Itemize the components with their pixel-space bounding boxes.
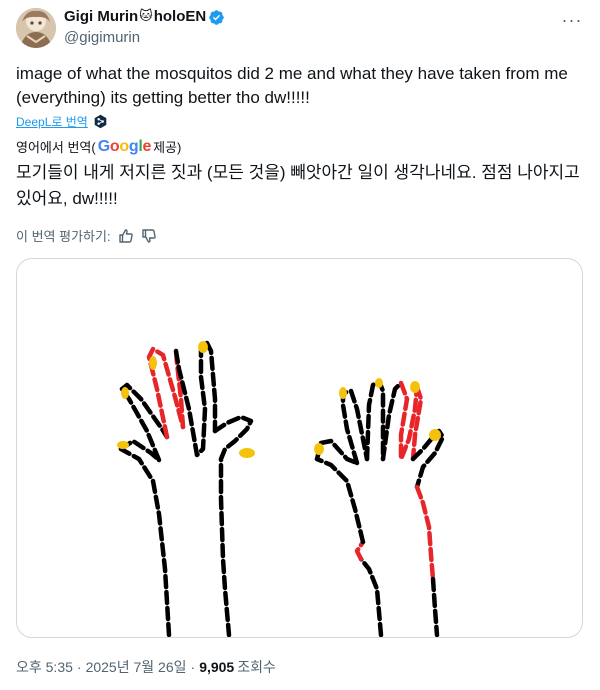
translated-from-prefix: 영어에서 번역(: [16, 140, 96, 155]
thumbs-up-icon[interactable]: [118, 228, 134, 244]
post-text: image of what the mosquitos did 2 me and…: [16, 64, 568, 107]
translated-text: 모기들이 내게 저지른 짓과 (모든 것을) 빼앗아간 일이 생각나네요. 점점…: [16, 163, 580, 208]
right-ring-finger: [380, 380, 404, 462]
post-meta: 오후 5:35 · 2025년 7월 26일 · 9,905 조회수: [16, 657, 276, 677]
rate-translation-label: 이 번역 평가하기:: [16, 229, 111, 244]
view-count-label: 조회수: [237, 659, 276, 675]
translated-from-suffix: 제공): [153, 140, 182, 155]
more-options-icon[interactable]: ···: [560, 8, 584, 32]
rate-translation: 이 번역 평가하기:: [16, 226, 157, 245]
view-count: 9,905: [199, 659, 235, 675]
hands-drawing: [117, 340, 446, 637]
translated-by-google: 영어에서 번역( Google 제공): [16, 137, 181, 156]
avatar[interactable]: [16, 8, 56, 48]
thumbs-down-icon[interactable]: [141, 228, 157, 244]
right-wrist-right-line: [430, 576, 440, 637]
post-image[interactable]: [16, 258, 583, 638]
right-middle-finger: [364, 378, 386, 462]
display-name-suffix: holoEN: [153, 8, 207, 25]
deepl-icon: [94, 114, 107, 129]
cat-emoji-icon: 🐱: [139, 9, 153, 24]
post-date[interactable]: 2025년 7월 26일: [86, 657, 187, 677]
right-wrist-left-line: [358, 556, 384, 637]
handle[interactable]: @gigimurin: [64, 28, 225, 48]
display-name[interactable]: Gigi Murin 🐱 holoEN: [64, 7, 225, 27]
verified-badge-icon[interactable]: [208, 9, 225, 26]
translate-link-label: DeepL로 번역: [16, 115, 88, 129]
separator-dot: ·: [190, 659, 196, 675]
right-wrist-left-red: [354, 539, 366, 562]
post-header: Gigi Murin 🐱 holoEN @gigimurin ···: [16, 6, 584, 50]
right-wrist-left-upper: [314, 456, 366, 545]
separator-dot: ·: [76, 659, 82, 675]
right-index-finger: [340, 388, 370, 466]
translate-link[interactable]: DeepL로 번역: [16, 113, 108, 130]
left-wrist-left-line: [118, 446, 172, 637]
google-logo: Google: [97, 137, 152, 155]
right-ring-finger-red: [398, 380, 420, 462]
post-time[interactable]: 오후 5:35: [16, 657, 73, 677]
right-wrist-right-red: [414, 484, 436, 582]
display-name-text: Gigi Murin: [64, 8, 139, 25]
